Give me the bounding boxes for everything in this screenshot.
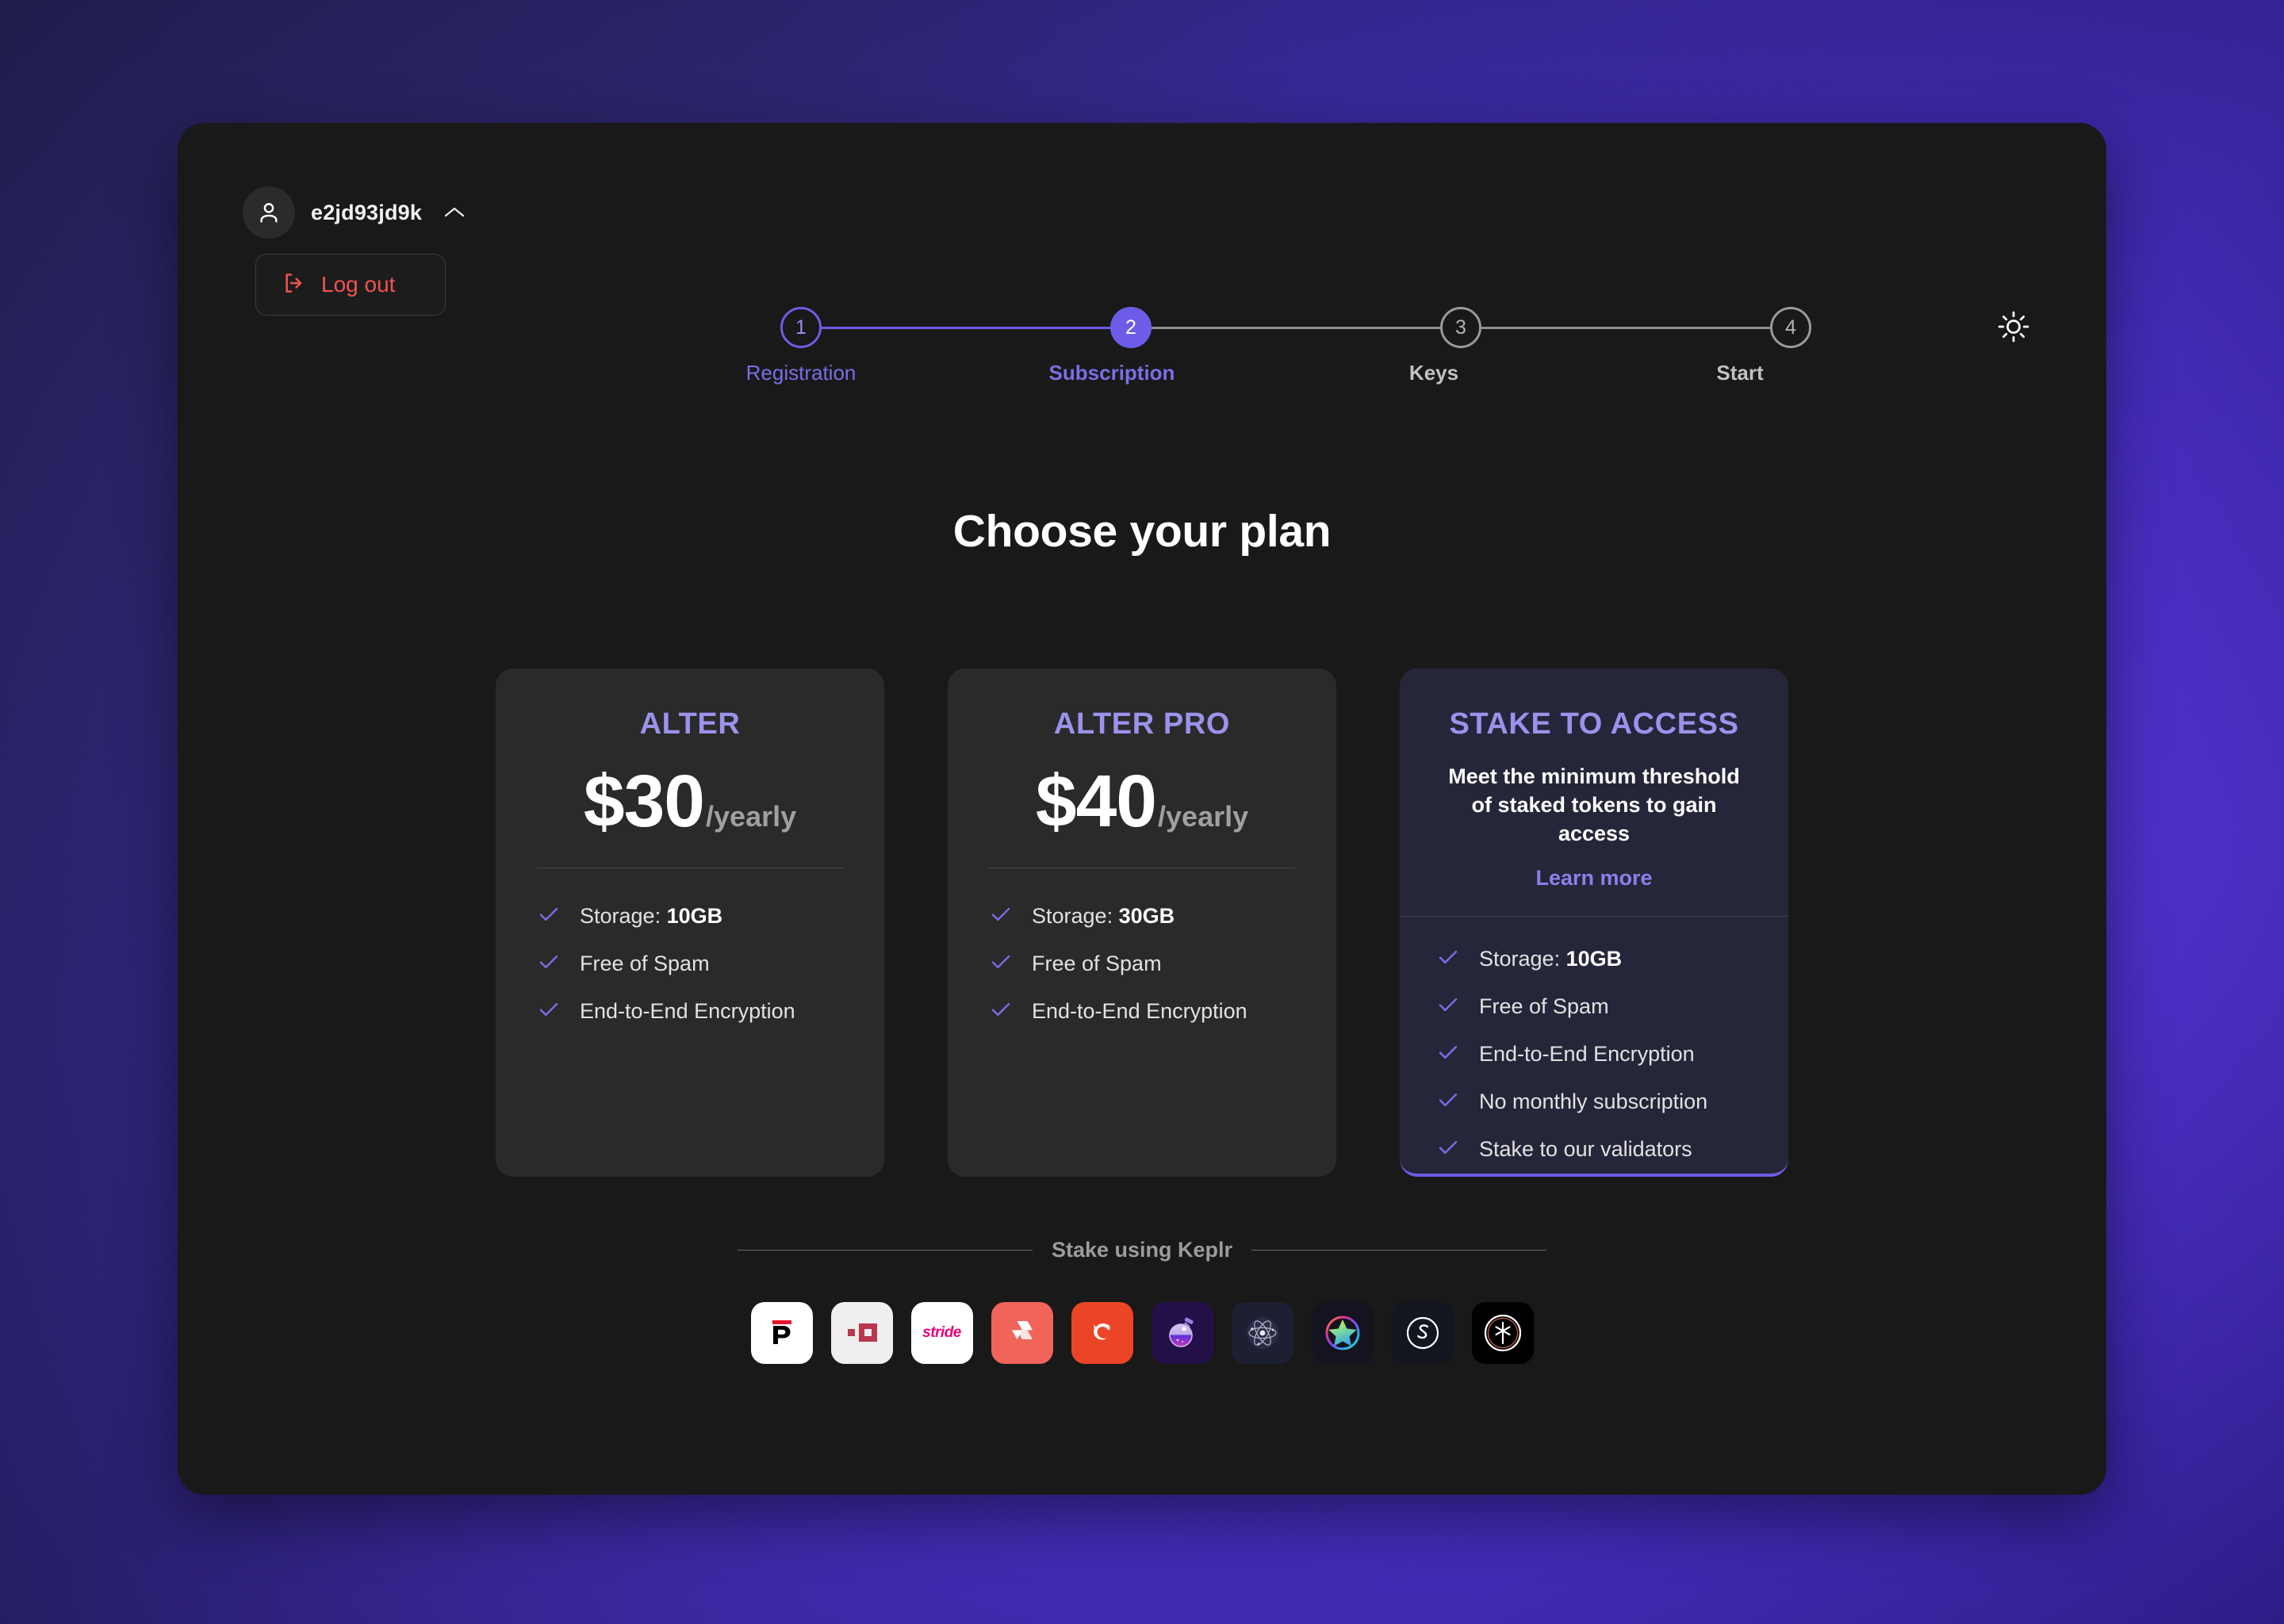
feature-label: Storage: 10GB bbox=[1479, 947, 1623, 971]
user-menu-trigger[interactable]: e2jd93jd9k bbox=[243, 185, 576, 240]
stepper-line-3 bbox=[1481, 326, 1770, 329]
stepper-line-1 bbox=[822, 326, 1110, 329]
page-title: Choose your plan bbox=[952, 506, 1332, 557]
check-icon bbox=[989, 950, 1013, 978]
check-icon bbox=[537, 950, 561, 978]
stepper-track: 1 2 3 4 bbox=[780, 304, 1811, 351]
plan-features: Storage: 10GB Free of Spam End-to-End En… bbox=[1400, 917, 1788, 1174]
plan-name: ALTER PRO bbox=[1053, 707, 1231, 741]
plan-name: ALTER bbox=[639, 707, 741, 741]
feature-row: Storage: 10GB bbox=[537, 892, 843, 940]
chain-persistence[interactable] bbox=[750, 1302, 813, 1364]
check-icon bbox=[1436, 945, 1460, 973]
stake-description: Meet the minimum threshold of staked tok… bbox=[1448, 764, 1740, 846]
chain-secret-network[interactable] bbox=[830, 1302, 893, 1364]
stepper-node-2[interactable]: 2 bbox=[1110, 307, 1152, 348]
check-icon bbox=[1436, 1040, 1460, 1068]
feature-row: Free of Spam bbox=[989, 940, 1295, 987]
chain-stargaze[interactable] bbox=[1311, 1302, 1374, 1364]
feature-row: Storage: 30GB bbox=[989, 892, 1295, 940]
plan-features: Storage: 30GB Free of Spam End-to-End En… bbox=[989, 868, 1295, 1035]
logout-label: Log out bbox=[321, 272, 396, 297]
stepper-number-4: 4 bbox=[1785, 316, 1796, 339]
plan-price-amount: $30 bbox=[583, 760, 705, 842]
feature-row: Stake to our validators bbox=[1436, 1126, 1752, 1174]
chain-logo-list: stride bbox=[178, 1302, 2106, 1364]
check-icon bbox=[1436, 1088, 1460, 1116]
learn-more-link[interactable]: Learn more bbox=[1436, 848, 1752, 891]
feature-row: End-to-End Encryption bbox=[537, 987, 843, 1035]
app-header: e2jd93jd9k Log out 1 2 3 4 Registration … bbox=[178, 123, 2106, 385]
stepper-label-start: Start bbox=[1716, 361, 1764, 385]
sun-icon[interactable] bbox=[1991, 304, 2037, 350]
feature-label: Free of Spam bbox=[580, 951, 710, 975]
onboarding-stepper: 1 2 3 4 Registration Subscription Keys S… bbox=[746, 304, 1811, 404]
check-icon bbox=[1436, 993, 1460, 1021]
chain-evmos[interactable] bbox=[1071, 1302, 1133, 1364]
stride-logo-icon: stride bbox=[922, 1324, 961, 1341]
plan-cards: ALTER $30 /yearly Storage: 10GB Free of bbox=[178, 668, 2106, 1177]
stepper-number-2: 2 bbox=[1125, 316, 1136, 339]
plan-name: STAKE TO ACCESS bbox=[1449, 707, 1739, 741]
stepper-node-3[interactable]: 3 bbox=[1440, 307, 1481, 348]
stepper-number-1: 1 bbox=[795, 316, 807, 339]
plan-price: $30 /yearly bbox=[537, 741, 843, 844]
feature-row: Free of Spam bbox=[1436, 983, 1752, 1031]
chain-sommelier[interactable] bbox=[1391, 1302, 1454, 1364]
avatar bbox=[243, 186, 295, 239]
chain-quicksilver[interactable] bbox=[1151, 1302, 1213, 1364]
check-icon bbox=[537, 902, 561, 930]
stepper-label-registration: Registration bbox=[745, 361, 856, 385]
username-label: e2jd93jd9k bbox=[311, 200, 423, 224]
stake-card-header: STAKE TO ACCESS Meet the minimum thresho… bbox=[1400, 668, 1788, 916]
logout-arrow-icon bbox=[282, 270, 307, 300]
check-icon bbox=[989, 998, 1013, 1025]
feature-label: End-to-End Encryption bbox=[1032, 998, 1247, 1023]
divider-rule-right bbox=[1251, 1250, 1547, 1251]
check-icon bbox=[1436, 1136, 1460, 1163]
stepper-number-3: 3 bbox=[1455, 316, 1466, 339]
stepper-node-1[interactable]: 1 bbox=[780, 307, 822, 348]
check-icon bbox=[537, 998, 561, 1025]
feature-row: End-to-End Encryption bbox=[989, 987, 1295, 1035]
logout-button[interactable]: Log out bbox=[255, 254, 446, 316]
chain-neutron[interactable] bbox=[1471, 1302, 1534, 1364]
plan-price-period: /yearly bbox=[706, 800, 797, 833]
feature-label: End-to-End Encryption bbox=[1479, 1042, 1695, 1067]
stepper-line-2 bbox=[1152, 326, 1440, 329]
keplr-divider-label: Stake using Keplr bbox=[1051, 1238, 1233, 1262]
plan-card-stake-to-access[interactable]: STAKE TO ACCESS Meet the minimum thresho… bbox=[1400, 668, 1788, 1177]
plan-price-amount: $40 bbox=[1035, 760, 1157, 842]
feature-row: End-to-End Encryption bbox=[1436, 1031, 1752, 1078]
plan-card-alter[interactable]: ALTER $30 /yearly Storage: 10GB Free of bbox=[496, 668, 884, 1177]
stepper-label-keys: Keys bbox=[1408, 361, 1459, 385]
persistence-logo-icon bbox=[763, 1312, 801, 1354]
feature-label: Storage: 10GB bbox=[580, 903, 723, 928]
feature-label: Free of Spam bbox=[1032, 951, 1162, 975]
plan-features: Storage: 10GB Free of Spam End-to-End En… bbox=[537, 868, 843, 1035]
check-icon bbox=[989, 902, 1013, 930]
stepper-node-4[interactable]: 4 bbox=[1770, 307, 1811, 348]
chain-akash[interactable] bbox=[991, 1302, 1053, 1364]
divider-rule-left bbox=[738, 1250, 1033, 1251]
app-panel: e2jd93jd9k Log out 1 2 3 4 Registration … bbox=[178, 123, 2106, 1495]
user-menu: e2jd93jd9k Log out bbox=[243, 185, 576, 316]
feature-row: No monthly subscription bbox=[1436, 1078, 1752, 1126]
stepper-label-subscription: Subscription bbox=[1048, 361, 1175, 385]
keplr-divider: Stake using Keplr bbox=[738, 1238, 1547, 1262]
feature-row: Storage: 10GB bbox=[1436, 936, 1752, 983]
feature-label: No monthly subscription bbox=[1479, 1090, 1708, 1114]
chain-stride[interactable]: stride bbox=[910, 1302, 973, 1364]
chain-cosmos[interactable] bbox=[1231, 1302, 1293, 1364]
plan-card-alter-pro[interactable]: ALTER PRO $40 /yearly Storage: 30GB Free… bbox=[948, 668, 1336, 1177]
feature-label: End-to-End Encryption bbox=[580, 998, 795, 1023]
chevron-up-icon[interactable] bbox=[443, 205, 466, 220]
feature-row: Free of Spam bbox=[537, 940, 843, 987]
feature-label: Free of Spam bbox=[1479, 994, 1609, 1019]
plan-price: $40 /yearly bbox=[989, 741, 1295, 844]
plan-price-period: /yearly bbox=[1158, 800, 1249, 833]
feature-label: Stake to our validators bbox=[1479, 1137, 1692, 1162]
feature-label: Storage: 30GB bbox=[1032, 903, 1175, 928]
